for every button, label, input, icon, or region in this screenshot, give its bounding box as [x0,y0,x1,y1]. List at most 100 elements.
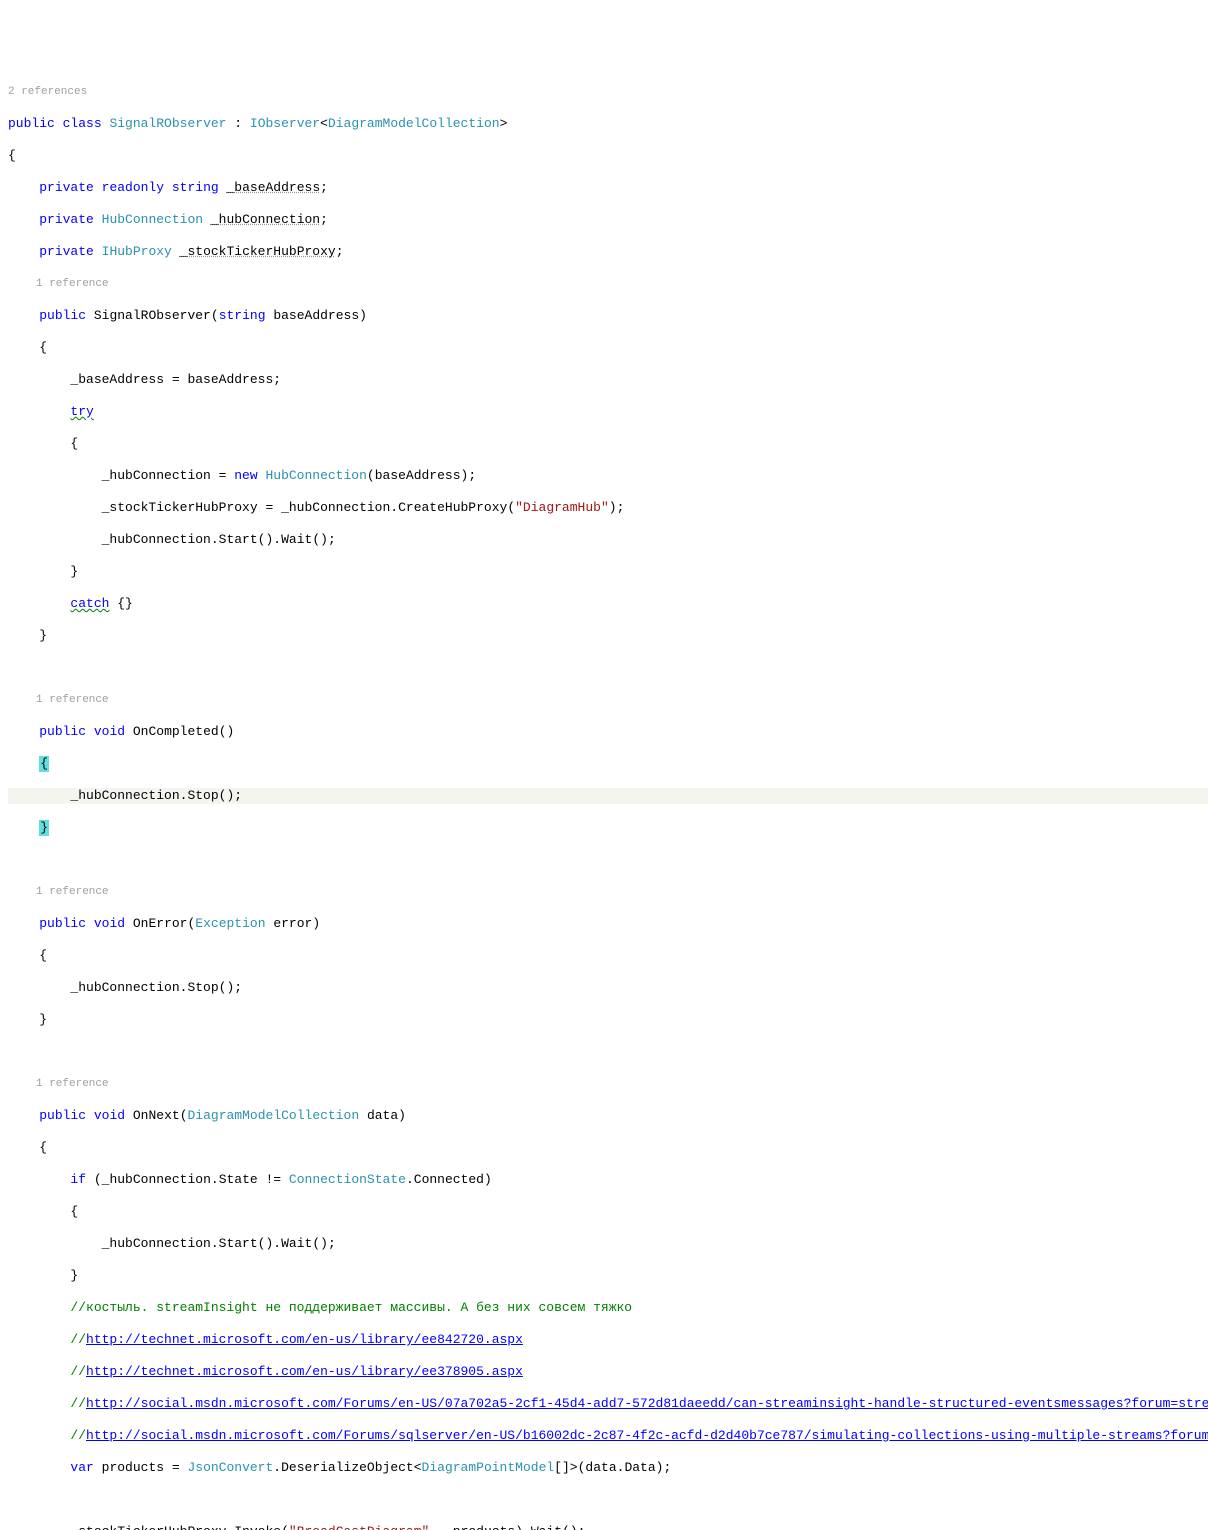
code-line: public void OnCompleted() [8,724,1208,740]
code-line: try [8,404,1208,420]
type-name: DiagramPointModel [422,1460,555,1475]
code-line: } [8,628,1208,644]
code-line: public void OnNext(DiagramModelCollectio… [8,1108,1208,1124]
field-name: _baseAddress [227,180,321,195]
code-editor[interactable]: 2 references public class SignalRObserve… [0,64,1208,1530]
identifier: Invoke [234,1524,281,1530]
keyword-try: try [70,404,93,419]
keyword-readonly: readonly [102,180,164,195]
code-line: _hubConnection = new HubConnection(baseA… [8,468,1208,484]
comment: // [70,1396,86,1411]
identifier: products [453,1524,515,1530]
comment: // [70,1364,86,1379]
code-line: { [8,1204,1208,1220]
url-link[interactable]: http://social.msdn.microsoft.com/Forums/… [86,1428,1208,1443]
keyword-private: private [39,212,94,227]
code-line: //костыль. streamInsight не поддерживает… [8,1300,1208,1316]
codelens-reference[interactable]: 1 reference [8,276,1208,292]
identifier: data [585,1460,616,1475]
code-line: private HubConnection _hubConnection; [8,212,1208,228]
field-name: _stockTickerHubProxy [180,244,336,259]
identifier: Stop [187,788,218,803]
comment: // [70,1332,86,1347]
type-name: IObserver [250,116,320,131]
keyword-class: class [63,116,102,131]
method-name: OnCompleted [133,724,219,739]
keyword-if: if [70,1172,86,1187]
codelens-reference[interactable]: 1 reference [8,692,1208,708]
field-ref: _hubConnection [102,1236,211,1251]
code-line: if (_hubConnection.State != ConnectionSt… [8,1172,1208,1188]
code-line: _hubConnection.Start().Wait(); [8,1236,1208,1252]
method-name: OnNext [133,1108,180,1123]
field-ref: _hubConnection [102,468,211,483]
url-link[interactable]: http://technet.microsoft.com/en-us/libra… [86,1332,523,1347]
identifier: Start [219,532,258,547]
code-line: //http://technet.microsoft.com/en-us/lib… [8,1364,1208,1380]
blank-line [8,1044,1208,1060]
keyword-private: private [39,180,94,195]
identifier: Wait [281,532,312,547]
type-name: JsonConvert [187,1460,273,1475]
matching-brace-open: { [39,756,49,772]
type-name: HubConnection [102,212,203,227]
identifier: Wait [281,1236,312,1251]
code-line: } [8,1012,1208,1028]
field-ref: _stockTickerHubProxy [70,1524,226,1530]
code-line: //http://social.msdn.microsoft.com/Forum… [8,1428,1208,1444]
code-line: //http://social.msdn.microsoft.com/Forum… [8,1396,1208,1412]
codelens-reference[interactable]: 1 reference [8,884,1208,900]
current-line: _hubConnection.Stop(); [8,788,1208,804]
param-name: baseAddress [273,308,359,323]
field-name: _hubConnection [211,212,320,227]
string-literal: "BroadCastDiagram" [289,1524,429,1530]
code-line: } [8,820,1208,836]
code-line: //http://technet.microsoft.com/en-us/lib… [8,1332,1208,1348]
comment: //костыль. streamInsight не поддерживает… [70,1300,632,1315]
identifier: Stop [187,980,218,995]
keyword-void: void [94,916,125,931]
param-name: data [367,1108,398,1123]
field-ref: _hubConnection [70,980,179,995]
type-name: ConnectionState [289,1172,406,1187]
code-line: { [8,436,1208,452]
field-ref: _hubConnection [102,1172,211,1187]
code-line: _hubConnection.Start().Wait(); [8,532,1208,548]
keyword-public: public [39,916,86,931]
identifier: Connected [414,1172,484,1187]
identifier: baseAddress [187,372,273,387]
code-line: { [8,756,1208,772]
code-line: public SignalRObserver(string baseAddres… [8,308,1208,324]
url-link[interactable]: http://social.msdn.microsoft.com/Forums/… [86,1396,1208,1411]
code-line: _stockTickerHubProxy.Invoke("BroadCastDi… [8,1524,1208,1530]
identifier: Wait [531,1524,562,1530]
identifier: State [219,1172,258,1187]
keyword-public: public [39,724,86,739]
identifier: products [102,1460,164,1475]
field-ref: _hubConnection [70,788,179,803]
keyword-var: var [70,1460,93,1475]
keyword-void: void [94,724,125,739]
codelens-reference[interactable]: 2 references [8,84,1208,100]
keyword-new: new [234,468,257,483]
url-link[interactable]: http://technet.microsoft.com/en-us/libra… [86,1364,523,1379]
blank-line [8,1492,1208,1508]
keyword-string: string [172,180,219,195]
code-line: _baseAddress = baseAddress; [8,372,1208,388]
code-line: { [8,148,1208,164]
type-name: Exception [195,916,265,931]
code-line: _hubConnection.Stop(); [8,980,1208,996]
code-line: public void OnError(Exception error) [8,916,1208,932]
method-name: SignalRObserver [94,308,211,323]
field-ref: _hubConnection [281,500,390,515]
identifier: CreateHubProxy [398,500,507,515]
identifier: Start [219,1236,258,1251]
codelens-reference[interactable]: 1 reference [8,1076,1208,1092]
code-line: { [8,1140,1208,1156]
type-name: DiagramModelCollection [328,116,500,131]
identifier: DeserializeObject [281,1460,414,1475]
field-ref: _hubConnection [102,532,211,547]
keyword-catch: catch [70,596,109,611]
code-line: } [8,564,1208,580]
type-name: SignalRObserver [109,116,226,131]
